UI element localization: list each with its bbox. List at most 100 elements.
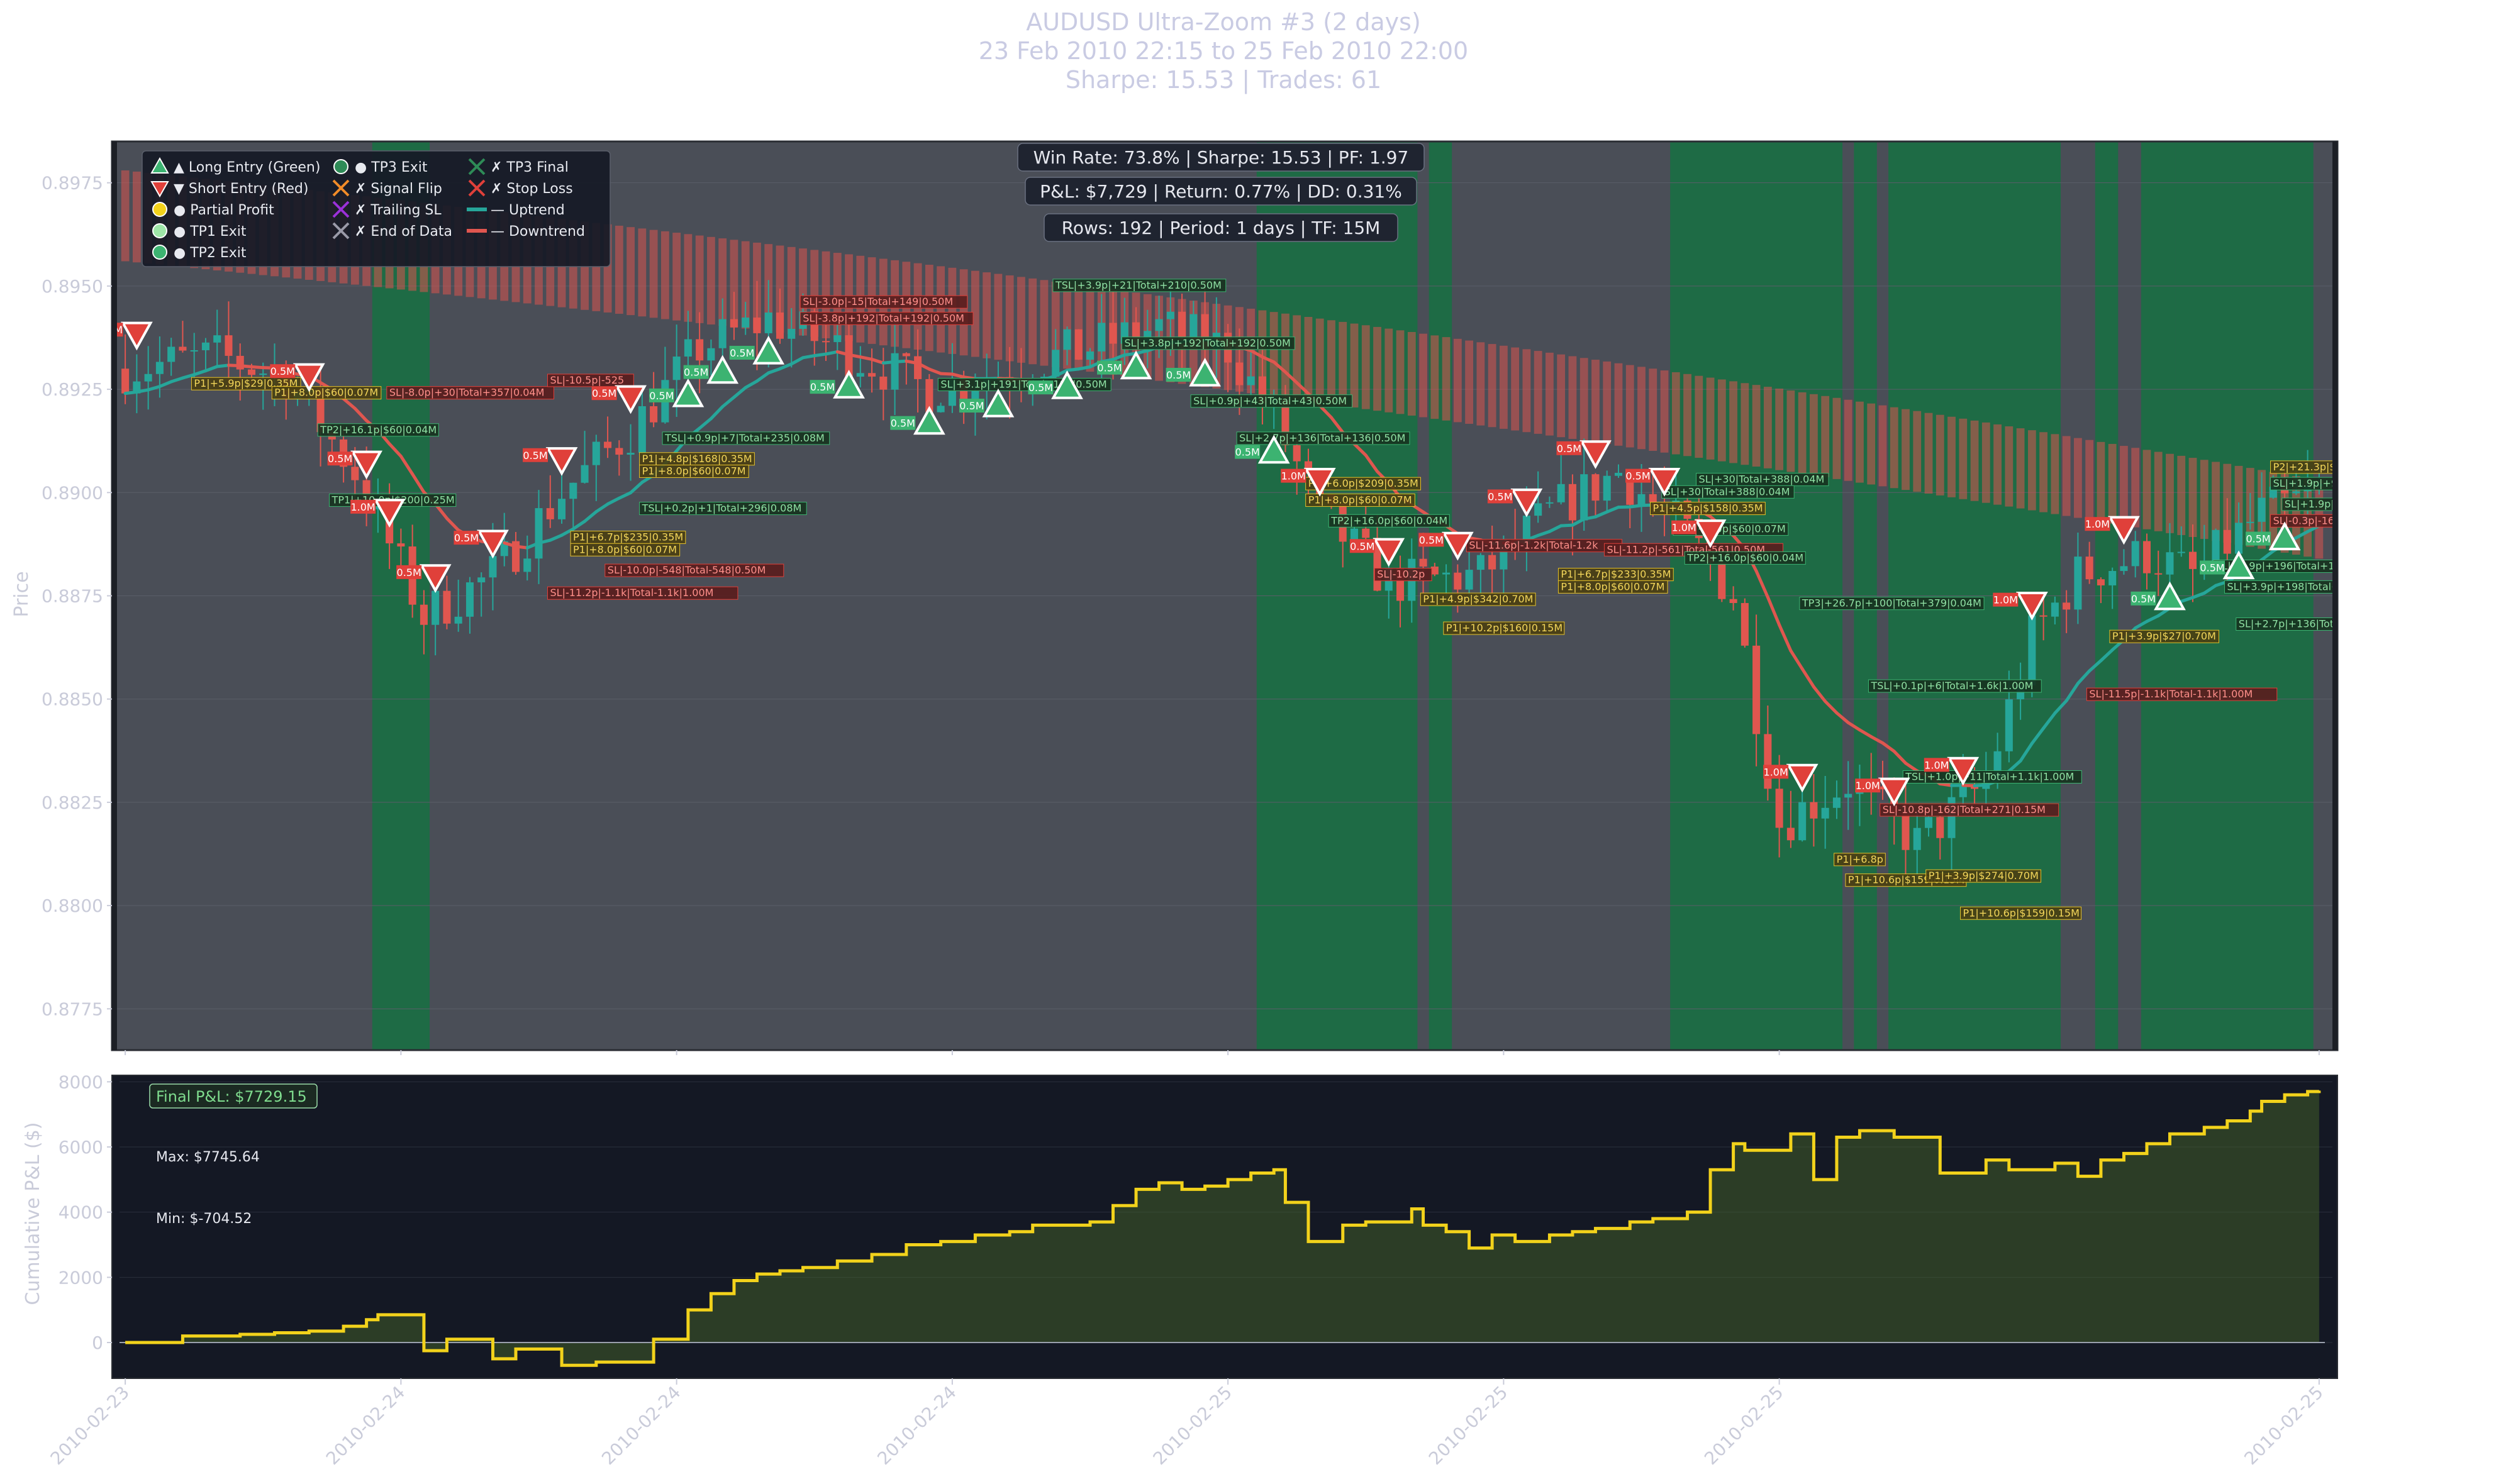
candle-body xyxy=(1189,314,1198,338)
legend-label: — Downtrend xyxy=(491,224,585,240)
candle-body xyxy=(2258,497,2266,522)
candle-body xyxy=(833,335,842,343)
legend-label: — Uptrend xyxy=(491,202,565,218)
annotation-label: P1|+10.2p|$160|0.15M xyxy=(1446,622,1562,634)
ribbon-segment xyxy=(695,235,704,323)
x-tick-label: 2010-02-25 xyxy=(1149,1382,1236,1469)
pnl-tick-label: 0 xyxy=(92,1332,103,1353)
annotation-label: TP2|+16.0p|$60|0.04M xyxy=(1330,514,1447,526)
pnl-tick-label: 2000 xyxy=(58,1267,103,1288)
candle-body xyxy=(581,465,589,483)
legend-label: ✗ Trailing SL xyxy=(355,202,442,218)
candle-body xyxy=(2051,602,2059,617)
annotation-label: P1|+8.0p|$60|0.07M xyxy=(573,543,677,555)
candle-body xyxy=(1580,474,1588,521)
size-badge-label: 0.5M xyxy=(328,453,352,465)
candle-body xyxy=(558,499,566,519)
ribbon-segment xyxy=(1315,318,1324,403)
candle-body xyxy=(523,558,532,572)
candle-body xyxy=(788,328,796,339)
ribbon-segment xyxy=(1373,326,1381,411)
ribbon-segment xyxy=(1476,342,1485,426)
annotation-label: P1|+4.5p|$158|0.35M xyxy=(1653,502,1763,514)
annotation-label: P1|+8.0p|$60|0.07M xyxy=(642,465,746,477)
ribbon-segment xyxy=(1603,361,1612,445)
ribbon-segment xyxy=(1695,375,1703,458)
ribbon-segment xyxy=(638,228,647,317)
ribbon-segment xyxy=(1775,389,1784,470)
candle-body xyxy=(1098,323,1106,352)
size-badge-label: 0.5M xyxy=(454,532,479,544)
candle-body xyxy=(879,376,888,390)
ribbon-segment xyxy=(1683,374,1691,457)
x-tick-label: 2010-02-24 xyxy=(873,1382,960,1469)
trend-line-segment xyxy=(813,352,828,358)
candle-body xyxy=(121,368,130,394)
ribbon-segment xyxy=(1625,365,1634,448)
annotation-label: TP2|+16.0p|$60|0.04M xyxy=(1686,551,1803,563)
price-tick-label: 0.8975 xyxy=(42,173,103,194)
pnl-tick-label: 4000 xyxy=(58,1202,103,1223)
annotation-label: P1|+8.0p|$60|0.07M xyxy=(274,387,378,399)
candle-body xyxy=(1786,828,1795,841)
ribbon-segment xyxy=(2074,438,2082,518)
price-tick-label: 0.8925 xyxy=(42,379,103,400)
price-tick-label: 0.8825 xyxy=(42,792,103,813)
candle-body xyxy=(2292,491,2300,494)
ribbon-segment xyxy=(1614,363,1623,446)
annotation-label: SL|+3.9p|+198|Total+198|0.50M xyxy=(2227,580,2393,592)
candle-body xyxy=(1637,494,1646,505)
candle-body xyxy=(891,353,899,390)
x-tick-label: 2010-02-25 xyxy=(1425,1382,1512,1469)
ribbon-segment xyxy=(1522,349,1531,433)
ribbon-segment xyxy=(132,171,141,263)
candle-body xyxy=(2039,615,2047,617)
annotation-label: SL|-3.0p|-15|Total+149|0.50M xyxy=(803,296,953,307)
stats-row-2: P&L: $7,729 | Return: 0.77% | DD: 0.31% xyxy=(1040,181,1402,202)
annotation-label: SL|-11.6p|-1.2k|Total-1.2k xyxy=(1469,540,1598,551)
ribbon-segment xyxy=(1579,358,1588,441)
candle-body xyxy=(569,482,577,499)
candle-body xyxy=(2108,571,2117,585)
ribbon-segment xyxy=(649,230,658,318)
price-axis: 0.8775 0.8800 0.8825 0.8850 0.8875 0.8900 0.89… xyxy=(42,173,112,1019)
candle-body xyxy=(971,390,979,399)
x-tick-label: 2010-02-23 xyxy=(47,1382,133,1469)
price-tick-label: 0.8875 xyxy=(42,586,103,607)
candle-body xyxy=(638,406,646,453)
candle-body xyxy=(1419,558,1427,567)
candle-body xyxy=(902,353,910,357)
ribbon-segment xyxy=(1407,331,1416,416)
ribbon-segment xyxy=(937,266,945,353)
candle-body xyxy=(2223,529,2231,554)
size-badge-label: 0.5M xyxy=(1166,369,1191,381)
candle-body xyxy=(1109,323,1117,344)
candle-body xyxy=(822,341,830,343)
ribbon-segment xyxy=(1947,416,1956,497)
size-badge-label: 0.5M xyxy=(2131,593,2156,605)
candle-body xyxy=(1235,362,1244,385)
ribbon-segment xyxy=(994,274,1003,360)
candle-body xyxy=(225,335,233,356)
legend-label: ▲ Long Entry (Green) xyxy=(174,160,320,175)
ribbon-segment xyxy=(948,267,957,354)
annotation-label: SL|+1.9p|+95|Total+95|0.50M xyxy=(2285,498,2438,510)
price-tick-label: 0.8775 xyxy=(42,999,103,1019)
legend-label: ● TP3 Exit xyxy=(355,160,428,175)
candle-body xyxy=(1591,474,1600,501)
trend-line-segment xyxy=(123,390,138,396)
ribbon-segment xyxy=(2027,430,2036,511)
annotation-label: TP2|+16.1p|$60|0.04M xyxy=(320,424,437,436)
trend-line-segment xyxy=(1961,784,1976,788)
size-badge-label: 0.5M xyxy=(2200,562,2224,574)
size-badge-label: 0.5M xyxy=(1557,443,1581,455)
ribbon-segment xyxy=(2005,426,2014,507)
annotation-label: SL|-8.0p|+30|Total+357|0.04M xyxy=(389,387,545,399)
candle-body xyxy=(707,348,715,361)
candle-body xyxy=(201,342,209,350)
candle-body xyxy=(1741,602,1749,646)
candle-body xyxy=(179,346,187,351)
pnl-tick-label: 8000 xyxy=(58,1071,103,1092)
candle-body xyxy=(397,543,405,547)
legend-dot-icon xyxy=(152,223,167,238)
